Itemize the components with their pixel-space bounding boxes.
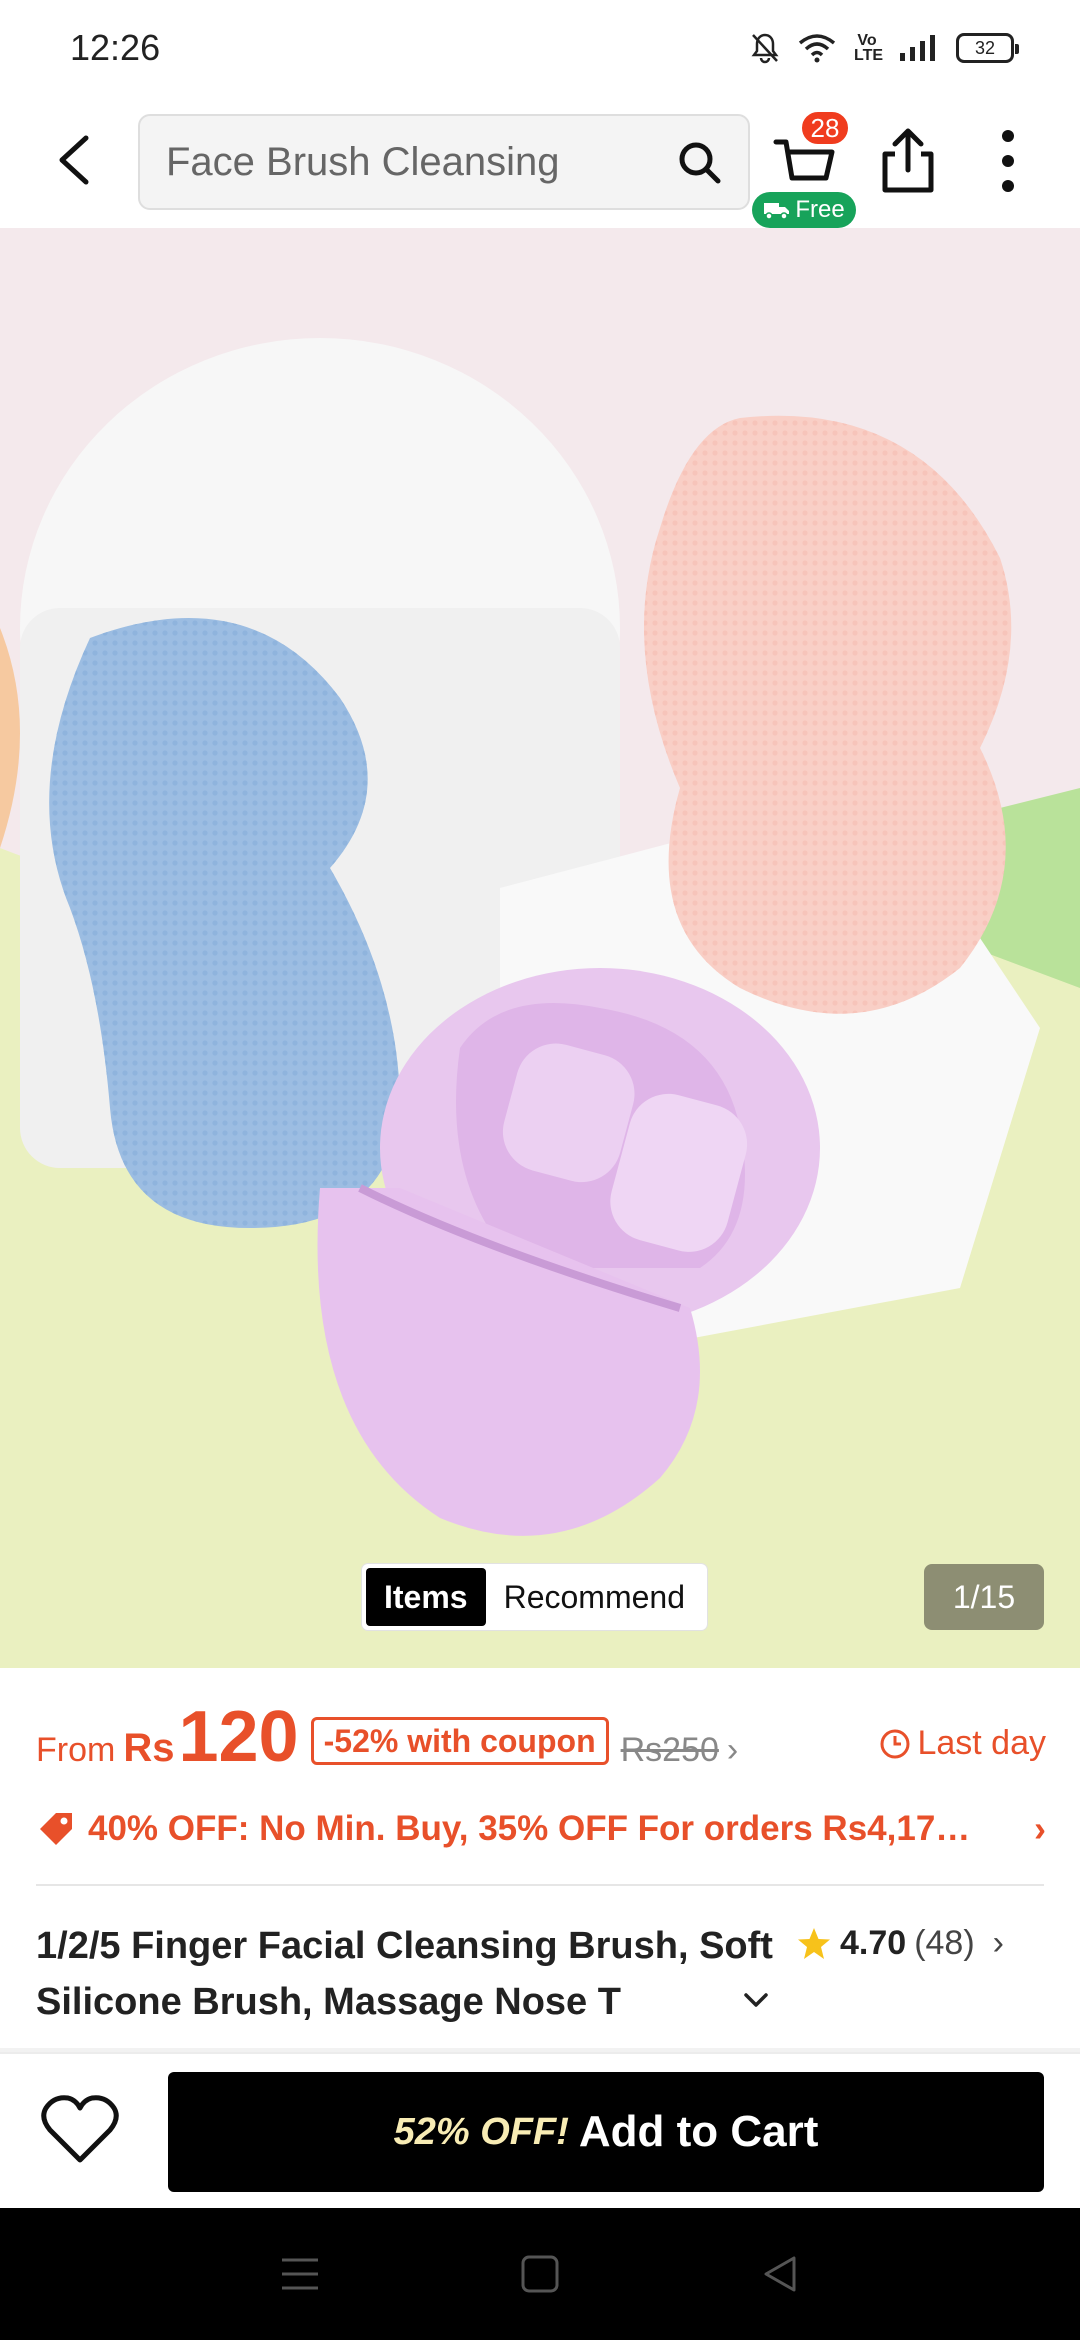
last-day-timer: Last day xyxy=(879,1724,1046,1763)
share-icon xyxy=(882,128,934,193)
more-options-button[interactable] xyxy=(990,126,1026,196)
more-icon-dot xyxy=(1002,155,1014,167)
image-tab-switcher: Items Recommend xyxy=(362,1564,707,1630)
system-nav-bar xyxy=(0,2208,1080,2340)
product-title: 1/2/5 Finger Facial Cleansing Brush, Sof… xyxy=(36,1925,773,2023)
chevron-right-icon[interactable]: › xyxy=(1034,1808,1046,1850)
status-bar: 12:26 Vo LTE 32 xyxy=(0,0,1080,96)
free-shipping-label: Free xyxy=(795,196,845,223)
back-button[interactable] xyxy=(44,130,104,190)
promo-text: 40% OFF: No Min. Buy, 35% OFF For orders… xyxy=(88,1809,971,1848)
chevron-right-icon[interactable]: › xyxy=(993,1924,1004,1963)
battery-level: 32 xyxy=(974,37,996,58)
cta-label: Add to Cart xyxy=(578,2107,819,2156)
tab-recommend[interactable]: Recommend xyxy=(486,1568,703,1626)
status-time: 12:26 xyxy=(70,27,161,68)
star-icon xyxy=(798,1927,830,1959)
price-row: From Rs 120 -52% with coupon Rs250 › Las… xyxy=(36,1696,1046,1786)
product-title-block[interactable]: 1/2/5 Finger Facial Cleansing Brush, Sof… xyxy=(36,1918,776,2030)
cta-discount: 52% OFF! xyxy=(393,2110,569,2153)
expand-title-button[interactable] xyxy=(736,1980,776,2020)
free-shipping-badge: Free xyxy=(752,192,856,228)
search-query: Face Brush Cleansing xyxy=(166,139,560,184)
add-to-cart-button[interactable]: 52% OFF! Add to Cart xyxy=(168,2072,1044,2192)
coupon-badge[interactable]: -52% with coupon xyxy=(310,1717,609,1765)
header: Face Brush Cleansing 28 Free xyxy=(0,96,1080,228)
original-price[interactable]: Rs250 xyxy=(621,1731,719,1770)
rating-summary[interactable]: 4.70 (48) › xyxy=(796,1924,1004,1963)
price-tag-icon xyxy=(40,1813,72,1845)
cart-count-badge: 28 xyxy=(800,110,850,146)
truck-icon xyxy=(764,203,790,220)
search-icon[interactable] xyxy=(676,139,722,185)
share-button[interactable] xyxy=(875,126,941,196)
image-counter: 1/15 xyxy=(924,1564,1044,1630)
search-input[interactable]: Face Brush Cleansing xyxy=(138,114,750,210)
chevron-down-icon xyxy=(744,1993,768,2007)
back-arrow-icon xyxy=(59,135,89,185)
chevron-right-icon[interactable]: › xyxy=(727,1731,738,1770)
status-icons: Vo LTE 32 xyxy=(750,32,1019,64)
rating-score: 4.70 xyxy=(840,1924,907,1962)
signal-icon xyxy=(900,35,935,61)
battery-icon: 32 xyxy=(956,33,1019,63)
home-square-icon[interactable] xyxy=(520,2254,560,2294)
last-day-label: Last day xyxy=(917,1724,1046,1762)
promo-row[interactable]: 40% OFF: No Min. Buy, 35% OFF For orders… xyxy=(36,1800,1046,1858)
product-image-carousel[interactable]: Items Recommend 1/15 xyxy=(0,228,1080,1668)
more-icon-dot xyxy=(1002,180,1014,192)
bottom-action-bar: 52% OFF! Add to Cart xyxy=(0,2052,1080,2208)
wifi-icon xyxy=(798,34,836,63)
divider xyxy=(36,1884,1044,1886)
wishlist-button[interactable] xyxy=(40,2094,130,2174)
mute-bell-icon xyxy=(751,33,779,64)
clock-icon xyxy=(880,1729,910,1758)
more-icon-dot xyxy=(1002,130,1014,142)
heart-icon xyxy=(41,2095,119,2163)
price-value: 120 xyxy=(178,1697,299,1777)
price-from-label: From xyxy=(36,1731,116,1769)
price-currency: Rs xyxy=(123,1726,175,1770)
back-triangle-icon[interactable] xyxy=(760,2254,800,2294)
cart-button[interactable]: 28 Free xyxy=(752,110,870,228)
volte-indicator: Vo LTE xyxy=(854,32,884,64)
menu-icon[interactable] xyxy=(280,2256,320,2292)
review-count: (48) xyxy=(914,1924,975,1962)
product-image xyxy=(0,228,1080,1668)
tab-items[interactable]: Items xyxy=(366,1568,486,1626)
